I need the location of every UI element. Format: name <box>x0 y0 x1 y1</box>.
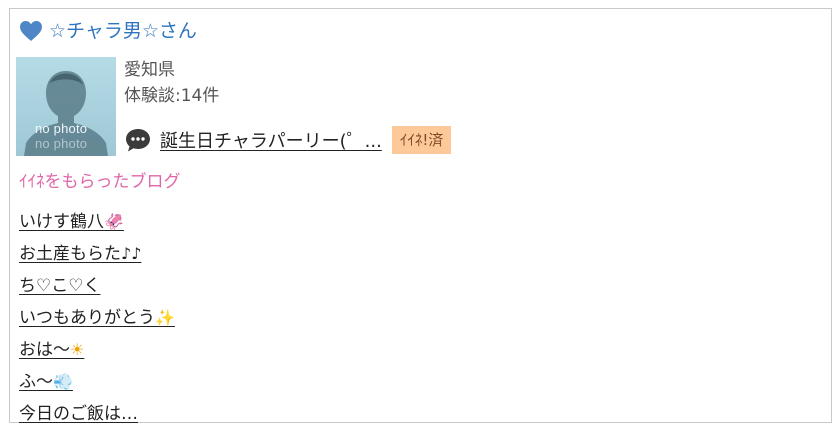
blog-title: お土産もらた <box>19 243 121 264</box>
heart-icon <box>19 20 43 42</box>
user-info: 愛知県 体験談:14件 <box>124 57 219 109</box>
liked-blogs-list: いけす鶴八🦑 お土産もらた♪♪ ち♡こ♡く いつもありがとう✨ おは〜☀ ふ〜💨… <box>19 203 175 427</box>
blog-title: 今日のご飯は… <box>19 403 138 424</box>
blog-title: いつもありがとう <box>19 307 155 328</box>
like-badge: ｲｲﾈ!済 <box>391 126 452 154</box>
avatar-label: no photo <box>35 121 88 136</box>
speech-bubble-icon <box>124 127 152 153</box>
sparkles-icon: ✨ <box>155 307 175 327</box>
blog-link[interactable]: いけす鶴八🦑 <box>19 207 124 232</box>
blog-link[interactable]: いつもありがとう✨ <box>19 303 175 328</box>
list-item: ち♡こ♡く <box>19 267 175 299</box>
blog-link[interactable]: おは〜☀ <box>19 335 84 360</box>
experience-count: 体験談:14件 <box>124 86 220 106</box>
prefecture: 愛知県 <box>124 60 175 80</box>
blog-title: いけす鶴八 <box>19 211 104 232</box>
blog-link[interactable]: 今日のご飯は… <box>19 399 138 424</box>
blog-link[interactable]: ふ〜💨 <box>19 367 73 392</box>
wind-puff-icon: 💨 <box>53 371 73 391</box>
liked-blogs-heading: ｲｲﾈをもらったブログ <box>19 172 181 192</box>
latest-post-link[interactable]: 誕生日チャラパーリー(゜... <box>160 127 382 153</box>
user-name[interactable]: ☆チャラ男☆さん <box>49 19 197 43</box>
blog-link[interactable]: お土産もらた♪♪ <box>19 239 141 264</box>
list-item: いつもありがとう✨ <box>19 299 175 331</box>
blog-title: ち♡こ♡く <box>19 275 101 296</box>
blog-link[interactable]: ち♡こ♡く <box>19 271 100 296</box>
blog-title: おは〜 <box>19 339 70 360</box>
list-item: 今日のご飯は… <box>19 395 175 427</box>
user-card: ☆チャラ男☆さん no photo no photo 愛知県 体験談:14件 誕… <box>9 8 832 424</box>
sun-icon: ☀ <box>70 339 85 359</box>
music-notes-icon: ♪♪ <box>121 243 142 263</box>
list-item: ふ〜💨 <box>19 363 175 395</box>
squid-emoji-icon: 🦑 <box>104 211 124 231</box>
list-item: いけす鶴八🦑 <box>19 203 175 235</box>
avatar-label-reflection: no photo <box>35 136 88 151</box>
latest-post-row: 誕生日チャラパーリー(゜... ｲｲﾈ!済 <box>124 124 452 156</box>
list-item: おは〜☀ <box>19 331 175 363</box>
blog-title: ふ〜 <box>19 371 53 392</box>
list-item: お土産もらた♪♪ <box>19 235 175 267</box>
avatar[interactable]: no photo no photo <box>16 57 116 156</box>
user-name-row[interactable]: ☆チャラ男☆さん <box>19 18 197 44</box>
